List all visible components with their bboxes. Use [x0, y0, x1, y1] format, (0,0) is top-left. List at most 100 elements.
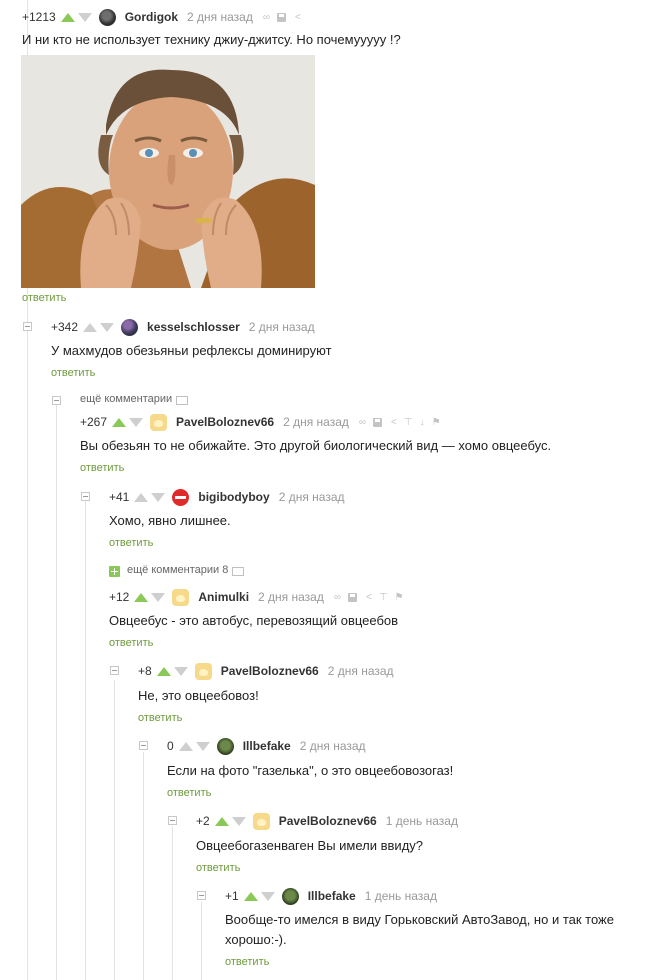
share-icon[interactable]: < [366, 592, 372, 603]
avatar[interactable] [172, 588, 190, 606]
arrow-down-icon[interactable] [100, 322, 115, 332]
share-icon[interactable]: < [391, 417, 397, 428]
arrow-down-icon[interactable] [173, 666, 188, 676]
reply-link[interactable]: ответить [167, 787, 211, 799]
username[interactable]: bigibodyboy [198, 490, 269, 504]
username[interactable]: kesselschlosser [147, 320, 240, 334]
pin-icon[interactable]: ⊤ [379, 592, 388, 603]
comment-rating: +342 [51, 320, 79, 334]
comment-header: +342 kesselschlosser 2 дня назад [51, 318, 325, 336]
username[interactable]: Animulki [198, 590, 249, 604]
avatar[interactable] [194, 662, 212, 680]
reply-link[interactable]: ответить [109, 637, 153, 649]
username[interactable]: PavelBoloznev66 [176, 415, 274, 429]
reply-link[interactable]: ответить [109, 537, 153, 549]
arrow-up-icon[interactable] [243, 891, 258, 901]
download-icon[interactable]: ↓ [420, 417, 425, 428]
avatar[interactable] [281, 887, 299, 905]
pin-icon[interactable]: ⊤ [404, 417, 413, 428]
flag-icon[interactable]: ⚑ [395, 592, 404, 603]
arrow-up-icon[interactable] [156, 666, 171, 676]
timestamp[interactable]: 1 день назад [386, 814, 458, 828]
comment-header: +41 bigibodyboy 2 дня назад [109, 488, 355, 506]
thread-line [56, 405, 57, 980]
expand-button[interactable] [109, 566, 120, 577]
comment-icon [232, 566, 245, 576]
avatar[interactable] [98, 8, 116, 26]
save-icon[interactable] [373, 417, 383, 427]
reply-link[interactable]: ответить [225, 956, 269, 968]
collapse-button[interactable] [52, 396, 61, 405]
comment-rating: +1 [225, 889, 239, 903]
comment-text: Овцеебогазенваген Вы имели ввиду? [196, 838, 424, 853]
collapse-button[interactable] [23, 322, 32, 331]
reply-link[interactable]: ответить [51, 367, 95, 379]
reply-link[interactable]: ответить [80, 462, 124, 474]
reply-link[interactable]: ответить [138, 712, 182, 724]
timestamp[interactable]: 2 дня назад [258, 590, 324, 604]
reply-link[interactable]: ответить [196, 862, 240, 874]
save-icon[interactable] [277, 12, 286, 22]
arrow-up-icon[interactable] [134, 592, 149, 602]
comment-icon [176, 395, 189, 405]
thread-line [143, 752, 144, 980]
timestamp[interactable]: 2 дня назад [187, 10, 253, 24]
comment-rating: +41 [109, 490, 130, 504]
arrow-down-icon[interactable] [129, 417, 144, 427]
arrow-down-icon[interactable] [77, 12, 92, 22]
collapse-button[interactable] [139, 741, 148, 750]
avatar[interactable] [252, 812, 270, 830]
timestamp[interactable]: 2 дня назад [283, 415, 349, 429]
comment-text: Вообще-то имелся в виду Горьковский Авто… [225, 912, 614, 947]
comment-image[interactable] [21, 55, 315, 288]
collapse-button[interactable] [110, 666, 119, 675]
username[interactable]: PavelBoloznev66 [221, 664, 319, 678]
share-icon[interactable]: < [295, 12, 301, 23]
reply-link[interactable]: ответить [22, 292, 66, 304]
timestamp[interactable]: 2 дня назад [328, 664, 394, 678]
username[interactable]: Illbefake [243, 739, 291, 753]
timestamp[interactable]: 2 дня назад [300, 739, 366, 753]
man-portrait-image [21, 55, 315, 288]
avatar[interactable] [172, 488, 190, 506]
arrow-up-icon[interactable] [112, 417, 127, 427]
arrow-down-icon[interactable] [151, 592, 166, 602]
comment-text: Вы обезьян то не обижайте. Это другой би… [80, 438, 552, 453]
arrow-down-icon[interactable] [231, 816, 246, 826]
timestamp[interactable]: 1 день назад [365, 889, 437, 903]
arrow-down-icon[interactable] [151, 492, 166, 502]
link-icon[interactable]: ∞ [263, 12, 270, 23]
comment-rating: +1213 [22, 10, 56, 24]
username[interactable]: PavelBoloznev66 [279, 814, 377, 828]
arrow-up-icon[interactable] [60, 12, 75, 22]
avatar[interactable] [216, 737, 234, 755]
avatar[interactable] [150, 413, 168, 431]
arrow-up-icon[interactable] [214, 816, 229, 826]
flag-icon[interactable]: ⚑ [432, 417, 441, 428]
arrow-up-icon[interactable] [178, 741, 193, 751]
comment-header: +1213 Gordigok 2 дня назад ∞ < [22, 8, 308, 26]
link-icon[interactable]: ∞ [334, 592, 341, 603]
comment-rating: +267 [80, 415, 108, 429]
more-comments-label: ещё комментарии [80, 393, 173, 405]
timestamp[interactable]: 2 дня назад [249, 320, 315, 334]
arrow-up-icon[interactable] [83, 322, 98, 332]
arrow-down-icon[interactable] [195, 741, 210, 751]
comment-header: 0 Illbefake 2 дня назад [167, 737, 376, 755]
comment-text: У махмудов обезьяньи рефлексы доминируют [51, 343, 332, 358]
arrow-down-icon[interactable] [260, 891, 275, 901]
more-comments-link[interactable]: ещё комментарии 8 [127, 564, 245, 576]
link-icon[interactable]: ∞ [359, 417, 366, 428]
comment-text: Если на фото "газелька", о это овцеебово… [167, 763, 454, 778]
username[interactable]: Illbefake [308, 889, 356, 903]
arrow-up-icon[interactable] [134, 492, 149, 502]
timestamp[interactable]: 2 дня назад [279, 490, 345, 504]
collapse-button[interactable] [197, 891, 206, 900]
more-comments-link[interactable]: ещё комментарии [80, 393, 189, 405]
collapse-button[interactable] [81, 492, 90, 501]
collapse-button[interactable] [168, 816, 177, 825]
save-icon[interactable] [347, 592, 357, 602]
avatar[interactable] [121, 318, 139, 336]
username[interactable]: Gordigok [125, 10, 178, 24]
comment-text: Овцеебус - это автобус, перевозящий овце… [109, 613, 399, 628]
